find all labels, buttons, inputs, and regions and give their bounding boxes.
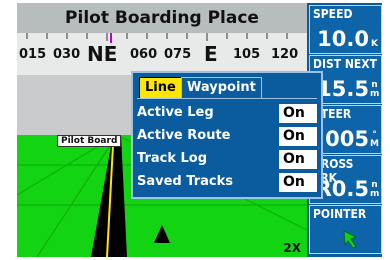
pointer-field[interactable]: POINTER [309,205,382,254]
option-label: Active Route [137,128,231,143]
chartplotter-screen: Pilot Boarding Place 015 030 NE 060 075 [17,3,382,257]
compass-label: 120 [271,47,299,62]
field-label: DIST NEXT [313,57,377,71]
tab-waypoint[interactable]: Waypoint [181,77,262,98]
compass-label: 015 [19,47,47,62]
compass-label: E [204,42,218,66]
option-value[interactable]: On [279,173,317,192]
option-value[interactable]: On [279,104,317,123]
option-label: Track Log [137,151,208,166]
field-value: 005 [325,127,369,151]
field-unit: n m [370,180,380,199]
compass-label: NE [87,42,118,66]
option-label: Active Leg [137,105,214,120]
compass-label: 060 [130,47,158,62]
field-unit: n m [370,80,380,99]
option-row-track-log[interactable]: Track Log On [137,149,317,171]
zoom-scale: 2X [283,241,301,255]
option-row-active-leg[interactable]: Active Leg On [137,103,317,125]
line-options-dialog: Line Waypoint Active Leg On Active Route… [131,71,323,199]
option-label: Saved Tracks [137,174,233,189]
waypoint-label: Pilot Board [57,135,122,147]
field-value: 15.5 [317,77,369,101]
page-title: Pilot Boarding Place [17,3,307,33]
field-label: POINTER [313,207,367,221]
tab-divider [137,98,317,99]
boat-position-icon [154,225,170,243]
field-value: R0.5 [315,177,369,201]
option-row-active-route[interactable]: Active Route On [137,126,317,148]
field-label: SPEED [313,7,353,21]
field-unit: K [371,39,378,49]
speed-field[interactable]: SPEED 10.0 K [309,5,382,54]
field-unit: ° M [370,130,379,149]
compass-label: 075 [164,47,192,62]
option-value[interactable]: On [279,127,317,146]
compass-ticks [26,33,288,43]
compass-label: 030 [53,47,81,62]
tab-line[interactable]: Line [139,77,182,99]
field-value: 10.0 [317,27,369,51]
compass-label: 105 [233,47,261,62]
pointer-arrow-icon [343,230,358,249]
option-row-saved-tracks[interactable]: Saved Tracks On [137,172,317,194]
option-value[interactable]: On [279,150,317,169]
